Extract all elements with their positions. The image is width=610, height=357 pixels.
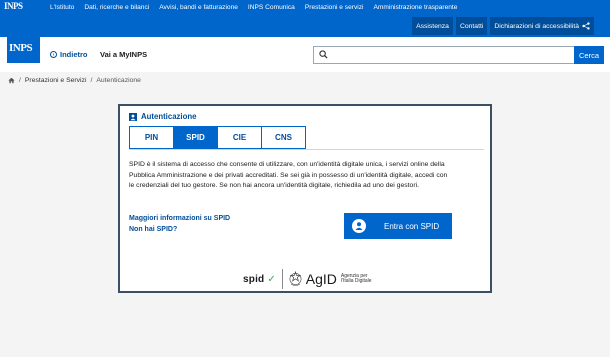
top-nav-item-dati[interactable]: Dati, ricerche e bilanci bbox=[84, 4, 149, 11]
description-line: Pubblica Amministrazione e dei privati a… bbox=[129, 171, 448, 179]
search-icon bbox=[319, 50, 328, 59]
home-icon[interactable] bbox=[8, 77, 15, 84]
spid-links: Maggiori informazioni su SPID Non hai SP… bbox=[129, 214, 230, 235]
top-nav-item-prestazioni[interactable]: Prestazioni e servizi bbox=[305, 4, 364, 11]
top-nav-item-trasparente[interactable]: Amministrazione trasparente bbox=[373, 4, 457, 11]
more-info-spid-link[interactable]: Maggiori informazioni su SPID bbox=[129, 214, 230, 225]
breadcrumb: / Prestazioni e Servizi / Autenticazione bbox=[8, 77, 141, 84]
tab-spid[interactable]: SPID bbox=[173, 126, 218, 149]
breadcrumb-separator: / bbox=[90, 77, 93, 84]
spid-logo: spid bbox=[243, 273, 265, 285]
inps-top-logo[interactable]: INPS bbox=[4, 1, 36, 14]
agid-subtitle: Agenzia per l'Italia Digitale bbox=[340, 273, 381, 285]
search-input[interactable] bbox=[313, 46, 575, 64]
logo-divider bbox=[281, 269, 283, 289]
tab-cns[interactable]: CNS bbox=[261, 126, 306, 149]
card-title-text: Autenticazione bbox=[141, 112, 197, 121]
tab-pin[interactable]: PIN bbox=[129, 126, 174, 149]
breadcrumb-item-prestazioni[interactable]: Prestazioni e Servizi bbox=[25, 77, 87, 84]
breadcrumb-separator: / bbox=[19, 77, 21, 84]
user-icon bbox=[129, 112, 137, 121]
enter-spid-label: Entra con SPID bbox=[384, 221, 440, 231]
spid-description: SPID è il sistema di accesso che consent… bbox=[129, 160, 481, 192]
inps-logo[interactable]: INPS bbox=[7, 36, 40, 63]
tab-cie[interactable]: CIE bbox=[217, 126, 262, 149]
breadcrumb-item-autenticazione: Autenticazione bbox=[96, 77, 141, 84]
top-nav-menu: L'Istituto Dati, ricerche e bilanci Avvi… bbox=[50, 0, 457, 15]
agid-logo: AgID bbox=[305, 271, 337, 287]
enter-spid-button[interactable]: Entra con SPID bbox=[344, 213, 452, 239]
spid-user-icon bbox=[352, 219, 366, 233]
back-label: Indietro bbox=[60, 50, 88, 59]
authentication-card: Autenticazione PIN SPID CIE CNS SPID è i… bbox=[118, 104, 492, 293]
chevron-left-icon: ‹ bbox=[50, 51, 57, 58]
assistenza-button[interactable]: Assistenza bbox=[412, 17, 453, 35]
top-nav-item-comunica[interactable]: INPS Comunica bbox=[248, 4, 295, 11]
contatti-button[interactable]: Contatti bbox=[455, 17, 488, 35]
republic-emblem-icon bbox=[289, 271, 302, 286]
search-button[interactable]: Cerca bbox=[574, 46, 604, 64]
utility-buttons: Assistenza Contatti Dichiarazioni di acc… bbox=[412, 17, 594, 35]
inps-logo-text: INPS bbox=[9, 42, 33, 54]
check-icon: ✓ bbox=[267, 273, 276, 285]
auth-method-tabs: PIN SPID CIE CNS bbox=[129, 126, 306, 149]
agid-subtitle-line: l'Italia Digitale bbox=[340, 278, 372, 284]
description-line: le credenziali del tuo gestore. Se non h… bbox=[129, 182, 419, 190]
back-link[interactable]: ‹ Indietro bbox=[50, 50, 88, 59]
description-line: SPID è il sistema di accesso che consent… bbox=[129, 161, 445, 168]
myinps-link[interactable]: Vai a MyINPS bbox=[100, 50, 147, 59]
top-nav-item-istituto[interactable]: L'Istituto bbox=[50, 4, 74, 11]
accessibilita-label: Dichiarazioni di accessibilità bbox=[494, 22, 579, 30]
share-icon bbox=[582, 22, 590, 30]
no-spid-link[interactable]: Non hai SPID? bbox=[129, 225, 230, 236]
tab-divider bbox=[129, 149, 484, 150]
top-nav-item-avvisi[interactable]: Avvisi, bandi e fatturazione bbox=[159, 4, 238, 11]
card-title: Autenticazione bbox=[129, 112, 196, 121]
accessibilita-button[interactable]: Dichiarazioni di accessibilità bbox=[490, 17, 594, 35]
footer-logos: spid ✓ AgID Agenzia per l'Italia Digital… bbox=[243, 269, 381, 289]
